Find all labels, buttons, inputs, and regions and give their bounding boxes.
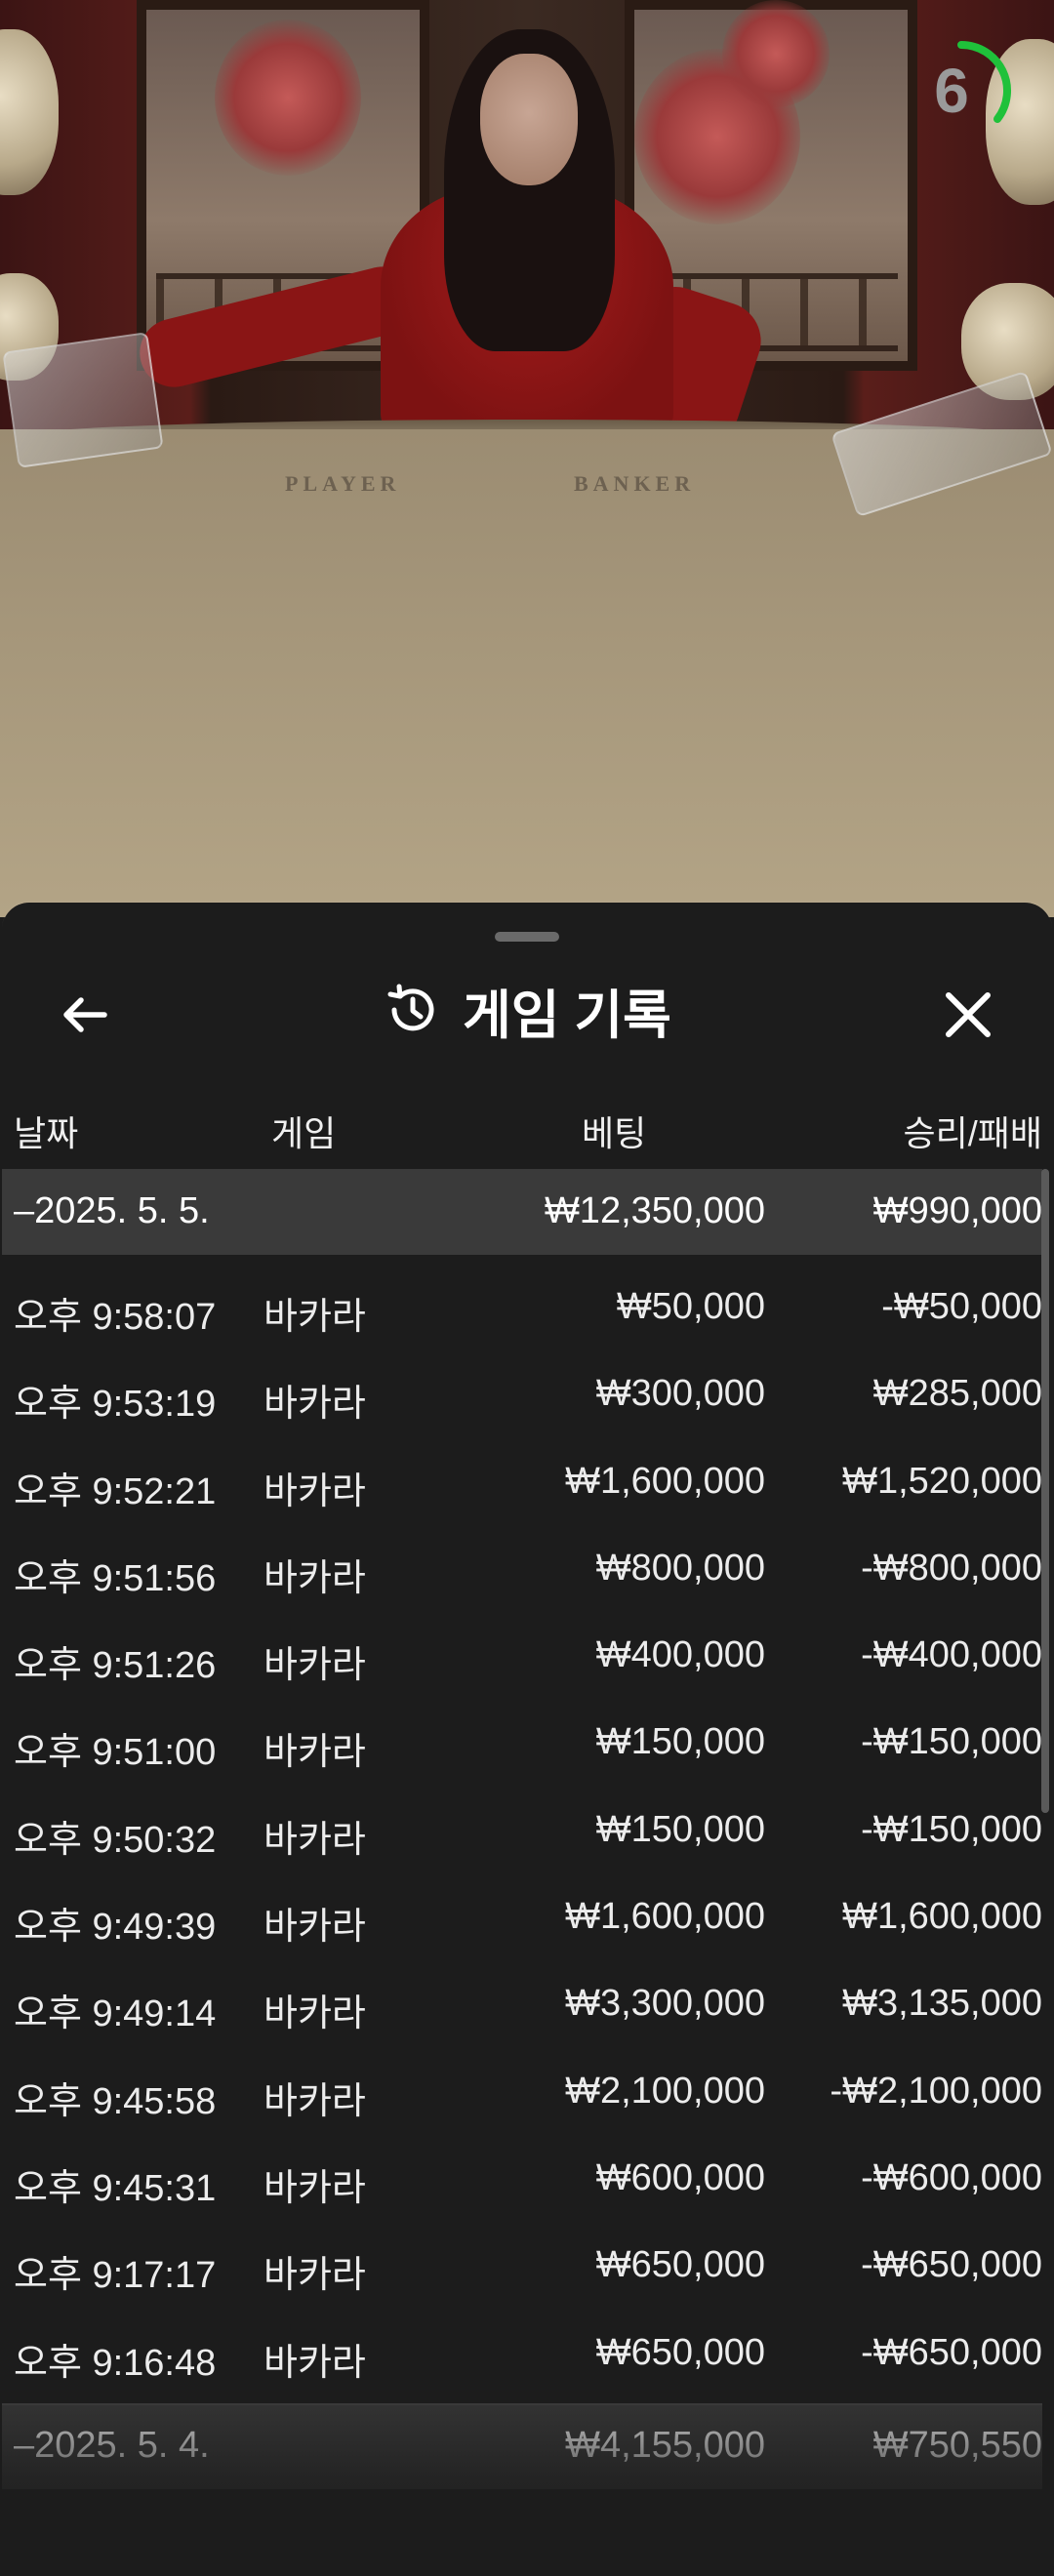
row-game: 바카라 (264, 1732, 366, 1774)
live-video-feed: PLAYER BANKER (0, 0, 1054, 917)
row-time: 오후 9:49:14 (14, 1993, 217, 2035)
group-win-total: ₩750,550 (872, 2424, 1042, 2466)
row-win-loss: ₩1,600,000 (842, 1896, 1042, 1938)
row-bet: ₩800,000 (595, 1547, 765, 1589)
row-time: 오후 9:17:17 (14, 2255, 217, 2297)
row-game: 바카라 (264, 1907, 366, 1949)
group-date: –2025. 5. 4. (14, 2424, 210, 2466)
row-time: 오후 9:50:32 (14, 1819, 217, 1861)
sheet-header: 게임 기록 (2, 961, 1052, 1059)
row-game: 바카라 (264, 1645, 366, 1687)
row-bet: ₩1,600,000 (565, 1896, 765, 1938)
row-win-loss: ₩285,000 (872, 1373, 1042, 1415)
column-header-win-loss[interactable]: 승리/패배 (904, 1106, 1042, 1156)
row-time: 오후 9:53:19 (14, 1384, 217, 1426)
row-bet: ₩50,000 (616, 1286, 765, 1327)
row-time: 오후 9:16:48 (14, 2342, 217, 2384)
row-bet: ₩1,600,000 (565, 1460, 765, 1502)
blossom-decoration (215, 20, 361, 176)
table-row[interactable]: 오후 9:49:39 바카라 ₩1,600,000 ₩1,600,000 (2, 1872, 1042, 1959)
sheet-grabber-handle[interactable] (495, 932, 559, 942)
row-win-loss: -₩400,000 (861, 1634, 1042, 1676)
row-time: 오후 9:49:39 (14, 1907, 217, 1949)
table-row[interactable]: 오후 9:53:19 바카라 ₩300,000 ₩285,000 (2, 1349, 1042, 1436)
row-game: 바카라 (264, 1993, 366, 2035)
history-table: –2025. 5. 5. ₩12,350,000 ₩990,000 오후 9:5… (2, 1169, 1042, 2489)
table-row[interactable]: 오후 9:52:21 바카라 ₩1,600,000 ₩1,520,000 (2, 1437, 1042, 1524)
row-bet: ₩3,300,000 (565, 1983, 765, 2025)
row-game: 바카라 (264, 1384, 366, 1426)
row-bet: ₩300,000 (595, 1373, 765, 1415)
row-game: 바카라 (264, 1819, 366, 1861)
row-time: 오후 9:51:56 (14, 1557, 217, 1599)
sheet-title: 게임 기록 (2, 961, 1052, 1059)
row-time: 오후 9:58:07 (14, 1297, 217, 1338)
card-discard-tray (2, 332, 164, 468)
date-group-row[interactable]: –2025. 5. 4. ₩4,155,000 ₩750,550 (2, 2402, 1042, 2489)
column-header-date[interactable]: 날짜 (14, 1106, 78, 1156)
table-row[interactable]: 오후 9:17:17 바카라 ₩650,000 -₩650,000 (2, 2221, 1042, 2308)
blossom-decoration (722, 0, 830, 107)
game-history-sheet: 게임 기록 날짜 게임 베팅 승리/패배 –2025. 5. 5. ₩12,35… (2, 903, 1052, 2576)
table-row[interactable]: 오후 9:51:00 바카라 ₩150,000 -₩150,000 (2, 1698, 1042, 1785)
row-win-loss: -₩650,000 (861, 2244, 1042, 2286)
row-win-loss: -₩50,000 (881, 1286, 1042, 1327)
row-bet: ₩650,000 (595, 2331, 765, 2373)
row-game: 바카라 (264, 1557, 366, 1599)
date-group-row[interactable]: –2025. 5. 5. ₩12,350,000 ₩990,000 (2, 1169, 1042, 1255)
table-banker-label: BANKER (574, 471, 696, 496)
table-row[interactable]: 오후 9:49:14 바카라 ₩3,300,000 ₩3,135,000 (2, 1959, 1042, 2046)
row-game: 바카라 (264, 1470, 366, 1512)
row-time: 오후 9:45:58 (14, 2080, 217, 2122)
group-bet-total: ₩12,350,000 (544, 1190, 765, 1231)
row-bet: ₩400,000 (595, 1634, 765, 1676)
row-win-loss: -₩150,000 (861, 1721, 1042, 1763)
group-win-total: ₩990,000 (872, 1190, 1042, 1231)
row-time: 오후 9:52:21 (14, 1470, 217, 1512)
table-player-label: PLAYER (285, 471, 401, 496)
timer-value: 6 (934, 56, 969, 126)
row-game: 바카라 (264, 2255, 366, 2297)
table-row[interactable]: 오후 9:51:26 바카라 ₩400,000 -₩400,000 (2, 1611, 1042, 1698)
group-bet-total: ₩4,155,000 (565, 2424, 765, 2466)
row-win-loss: -₩2,100,000 (830, 2070, 1042, 2112)
table-row[interactable]: 오후 9:45:31 바카라 ₩600,000 -₩600,000 (2, 2134, 1042, 2221)
table-row[interactable]: 오후 9:50:32 바카라 ₩150,000 -₩150,000 (2, 1786, 1042, 1872)
row-bet: ₩2,100,000 (565, 2070, 765, 2112)
column-header-game[interactable]: 게임 (271, 1106, 336, 1156)
column-header-bet[interactable]: 베팅 (582, 1106, 646, 1156)
row-time: 오후 9:45:31 (14, 2167, 217, 2209)
group-date: –2025. 5. 5. (14, 1190, 210, 1231)
table-row[interactable]: 오후 9:16:48 바카라 ₩650,000 -₩650,000 (2, 2309, 1042, 2395)
row-win-loss: -₩650,000 (861, 2331, 1042, 2373)
row-win-loss: -₩150,000 (861, 1808, 1042, 1850)
dealer-face (480, 54, 578, 185)
page-title: 게임 기록 (463, 986, 671, 1045)
row-win-loss: -₩800,000 (861, 1547, 1042, 1589)
table-row[interactable]: 오후 9:51:56 바카라 ₩800,000 -₩800,000 (2, 1524, 1042, 1611)
row-game: 바카라 (264, 2342, 366, 2384)
history-icon (387, 984, 434, 1031)
row-game: 바카라 (264, 2167, 366, 2209)
row-win-loss: ₩1,520,000 (842, 1460, 1042, 1502)
row-win-loss: -₩600,000 (861, 2156, 1042, 2198)
round-timer: 6 (908, 37, 1015, 144)
row-game: 바카라 (264, 1297, 366, 1338)
row-bet: ₩150,000 (595, 1808, 765, 1850)
scrollbar[interactable] (1041, 1169, 1049, 1813)
row-bet: ₩650,000 (595, 2244, 765, 2286)
row-time: 오후 9:51:00 (14, 1732, 217, 1774)
table-header: 날짜 게임 베팅 승리/패배 (2, 1086, 1052, 1164)
row-time: 오후 9:51:26 (14, 1645, 217, 1687)
row-win-loss: ₩3,135,000 (842, 1983, 1042, 2025)
row-bet: ₩150,000 (595, 1721, 765, 1763)
close-icon (946, 992, 991, 1037)
row-bet: ₩600,000 (595, 2156, 765, 2198)
close-button[interactable] (934, 981, 1002, 1049)
table-row[interactable]: 오후 9:58:07 바카라 ₩50,000 -₩50,000 (2, 1263, 1042, 1349)
table-row[interactable]: 오후 9:45:58 바카라 ₩2,100,000 -₩2,100,000 (2, 2047, 1042, 2134)
row-game: 바카라 (264, 2080, 366, 2122)
